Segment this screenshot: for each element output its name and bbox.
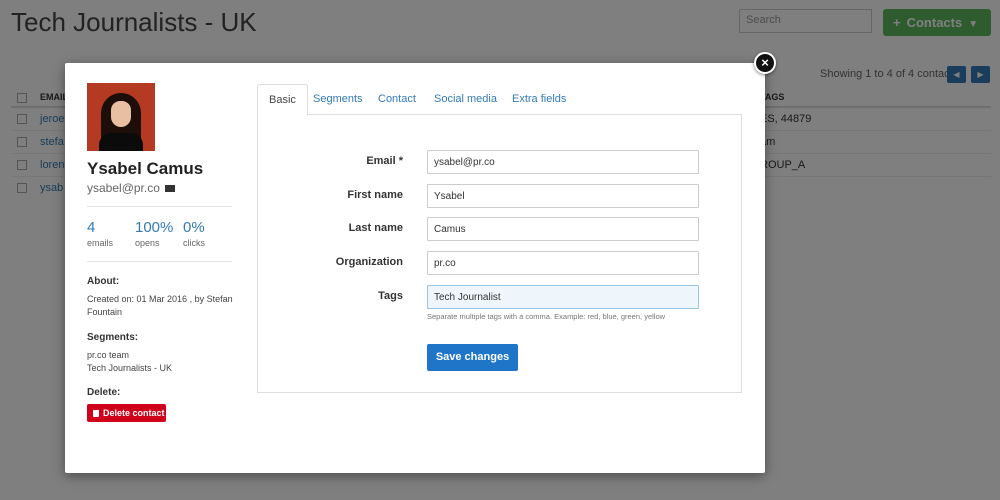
tab-contact[interactable]: Contact xyxy=(367,84,427,115)
tab-basic[interactable]: Basic xyxy=(257,84,308,116)
email-label: Email * xyxy=(366,155,403,167)
tags-field[interactable] xyxy=(427,285,699,309)
delete-contact-button[interactable]: Delete contact xyxy=(87,404,166,422)
last-name-field[interactable] xyxy=(427,217,699,241)
first-name-field[interactable] xyxy=(427,184,699,208)
stat-opens-value: 100% xyxy=(135,219,174,236)
delete-contact-label: Delete contact xyxy=(103,408,165,418)
organization-field[interactable] xyxy=(427,251,699,275)
save-changes-button[interactable]: Save changes xyxy=(427,344,518,371)
contact-email: ysabel@pr.co xyxy=(87,181,175,195)
segments-heading: Segments: xyxy=(87,332,139,343)
stat-emails-value: 4 xyxy=(87,219,96,236)
about-heading: About: xyxy=(87,276,120,287)
stat-clicks-value: 0% xyxy=(183,219,205,236)
tab-extra-fields[interactable]: Extra fields xyxy=(501,84,577,115)
close-icon[interactable]: × xyxy=(754,52,776,74)
segment-item: Tech Journalists - UK xyxy=(87,363,173,373)
tags-label: Tags xyxy=(378,290,403,302)
contact-modal: Ysabel Camus ysabel@pr.co 4 emails 100% … xyxy=(65,63,765,473)
envelope-icon[interactable] xyxy=(164,185,175,193)
stat-emails-label: emails xyxy=(87,238,114,248)
organization-label: Organization xyxy=(335,256,403,268)
segment-item: pr.co team xyxy=(87,350,130,360)
divider xyxy=(87,261,232,262)
divider xyxy=(87,206,232,207)
email-field[interactable] xyxy=(427,150,699,174)
tab-bar: Basic Segments Contact Social media Extr… xyxy=(257,84,742,116)
tags-hint: Separate multiple tags with a comma. Exa… xyxy=(427,312,666,321)
trash-icon xyxy=(93,410,99,417)
delete-heading: Delete: xyxy=(87,387,121,398)
contact-email-text: ysabel@pr.co xyxy=(87,181,160,195)
tab-social-media[interactable]: Social media xyxy=(423,84,508,115)
first-name-label: First name xyxy=(347,189,403,201)
avatar xyxy=(87,83,155,151)
contact-name: Ysabel Camus xyxy=(87,159,204,178)
tab-segments[interactable]: Segments xyxy=(302,84,374,115)
last-name-label: Last name xyxy=(348,222,403,234)
stat-clicks-label: clicks xyxy=(183,238,205,248)
stat-opens-label: opens xyxy=(135,238,160,248)
about-text: Created on: 01 Mar 2016 , by Stefan Foun… xyxy=(87,294,233,317)
